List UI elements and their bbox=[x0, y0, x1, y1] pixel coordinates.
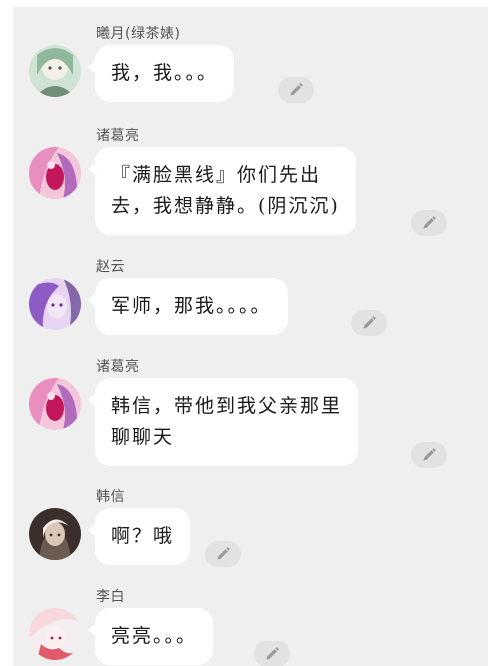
message-text: 啊？哦 bbox=[111, 525, 175, 547]
message-text-line: 去，我想静静。(阴沉沉) bbox=[111, 195, 340, 217]
avatar[interactable] bbox=[29, 45, 81, 97]
sender-name: 李白 bbox=[96, 589, 125, 605]
sender-name: 韩信 bbox=[96, 489, 125, 505]
sender-name: 曦月(绿茶婊) bbox=[96, 26, 181, 42]
message-text-line: 聊聊天 bbox=[111, 426, 175, 448]
pencil-icon bbox=[422, 216, 436, 230]
avatar[interactable] bbox=[29, 147, 81, 199]
message-text: 我，我。。。 bbox=[111, 62, 219, 84]
message-text-line: 韩信，带他到我父亲那里 bbox=[111, 395, 343, 417]
edit-button[interactable] bbox=[278, 77, 314, 103]
message-bubble: 啊？哦 bbox=[87, 508, 191, 565]
message-bubble: 『满脸黑线』你们先出 去，我想静静。(阴沉沉) bbox=[88, 147, 356, 235]
edit-button[interactable] bbox=[411, 442, 447, 468]
message-bubble: 我，我。。。 bbox=[87, 45, 235, 102]
pencil-icon bbox=[362, 316, 376, 330]
avatar[interactable] bbox=[29, 278, 81, 330]
edit-button[interactable] bbox=[205, 541, 241, 567]
message-text: 军师，那我。。。。 bbox=[111, 295, 272, 317]
sender-name: 赵云 bbox=[96, 259, 125, 275]
pencil-icon bbox=[216, 547, 230, 561]
sender-name: 诸葛亮 bbox=[96, 128, 140, 144]
edit-button[interactable] bbox=[254, 641, 290, 666]
message-text-line: 『满脸黑线』你们先出 bbox=[111, 164, 322, 186]
message-text: 亮亮。。。 bbox=[111, 625, 198, 647]
avatar[interactable] bbox=[29, 608, 81, 660]
message-bubble: 韩信，带他到我父亲那里 聊聊天 bbox=[87, 378, 359, 466]
pencil-icon bbox=[265, 647, 279, 661]
sender-name: 诸葛亮 bbox=[96, 359, 140, 375]
edit-button[interactable] bbox=[411, 210, 447, 236]
edit-button[interactable] bbox=[351, 310, 387, 336]
message-bubble: 亮亮。。。 bbox=[87, 608, 214, 665]
avatar[interactable] bbox=[29, 508, 81, 560]
message-bubble: 军师，那我。。。。 bbox=[88, 278, 288, 335]
avatar[interactable] bbox=[29, 378, 81, 430]
chat-panel: 曦月(绿茶婊) 我，我。。。 诸葛亮 『满脸黑线』你们先出 去，我想静静。(阴沉… bbox=[13, 7, 488, 666]
pencil-icon bbox=[422, 448, 436, 462]
pencil-icon bbox=[289, 83, 303, 97]
